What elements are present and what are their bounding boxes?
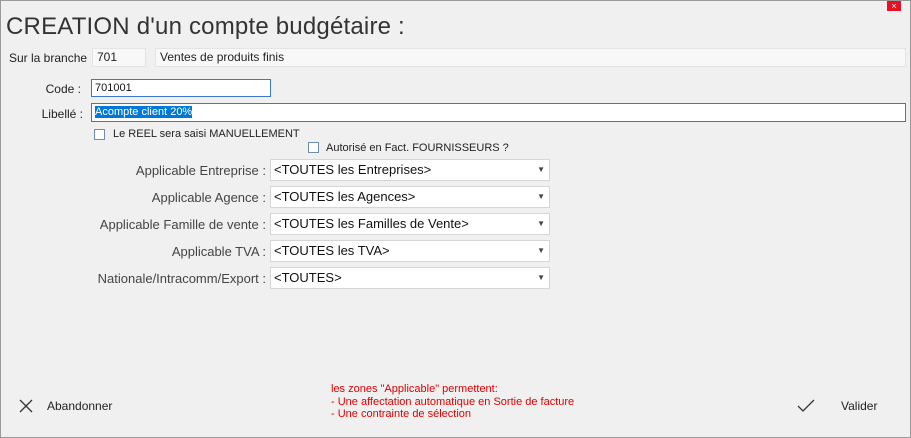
applicable-famille-dropdown[interactable]: <TOUTES les Familles de Vente> ▼ (270, 213, 550, 235)
abandonner-label: Abandonner (47, 399, 113, 413)
reel-manuel-checkbox[interactable] (94, 129, 105, 140)
chevron-down-icon: ▼ (537, 165, 545, 174)
applicable-tva-dropdown[interactable]: <TOUTES les TVA> ▼ (270, 240, 550, 262)
window-close-button[interactable]: × (887, 1, 901, 11)
code-label: Code : (45, 82, 81, 96)
dialog-window: × CREATION d'un compte budgétaire : Sur … (0, 0, 911, 438)
chevron-down-icon: ▼ (537, 273, 545, 282)
branch-label: Sur la branche (9, 51, 88, 65)
valider-button[interactable]: Valider (797, 399, 877, 413)
note-line-3: - Une contrainte de sélection (331, 408, 472, 420)
note-line-2: - Une affectation automatique en Sortie … (331, 395, 575, 408)
code-input[interactable]: 701001 (91, 79, 271, 97)
applicable-entreprise-label: Applicable Entreprise : (135, 163, 266, 178)
fournisseurs-checkbox[interactable] (308, 142, 319, 153)
nationale-export-value: <TOUTES> (274, 270, 342, 285)
close-icon (19, 399, 33, 413)
applicable-agence-value: <TOUTES les Agences> (274, 189, 416, 204)
nationale-export-dropdown[interactable]: <TOUTES> ▼ (270, 267, 550, 289)
close-icon: × (891, 1, 897, 11)
applicable-famille-label: Applicable Famille de vente : (99, 217, 266, 232)
valider-label: Valider (841, 399, 878, 413)
applicable-tva-label: Applicable TVA : (171, 244, 266, 259)
applicable-entreprise-dropdown[interactable]: <TOUTES les Entreprises> ▼ (270, 159, 550, 181)
chevron-down-icon: ▼ (537, 219, 545, 228)
reel-manuel-label: Le REEL sera saisi MANUELLEMENT (113, 128, 300, 140)
applicable-agence-label: Applicable Agence : (151, 190, 266, 205)
chevron-down-icon: ▼ (537, 192, 545, 201)
libelle-label: Libellé : (41, 107, 83, 121)
note-line-1: les zones "Applicable" permettent: (331, 383, 498, 395)
applicable-famille-value: <TOUTES les Familles de Vente> (274, 216, 469, 231)
applicable-agence-dropdown[interactable]: <TOUTES les Agences> ▼ (270, 186, 550, 208)
checkmark-icon (797, 399, 815, 412)
chevron-down-icon: ▼ (537, 246, 545, 255)
applicable-info-note: les zones "Applicable" permettent: - Une… (331, 383, 574, 421)
nationale-export-label: Nationale/Intracomm/Export : (97, 271, 266, 286)
applicable-tva-value: <TOUTES les TVA> (274, 243, 390, 258)
libelle-input[interactable]: Acompte client 20% (91, 103, 906, 122)
applicable-entreprise-value: <TOUTES les Entreprises> (274, 162, 432, 177)
libelle-selected-text: Acompte client 20% (95, 106, 193, 118)
dialog-title: CREATION d'un compte budgétaire : (6, 13, 405, 40)
abandonner-button[interactable]: Abandonner (19, 399, 112, 413)
branch-code-field: 701 (92, 48, 146, 67)
fournisseurs-label: Autorisé en Fact. FOURNISSEURS ? (326, 142, 509, 154)
branch-name-field: Ventes de produits finis (155, 48, 906, 67)
